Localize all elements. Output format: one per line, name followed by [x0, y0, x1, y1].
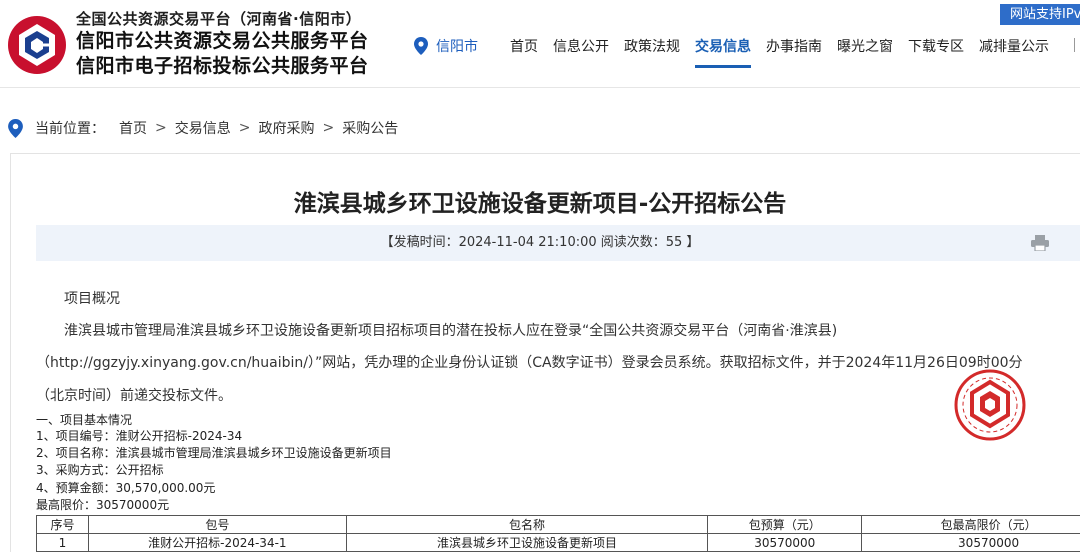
breadcrumb-separator: > — [155, 120, 167, 136]
overview-paragraph-line3: （北京时间）前递交投标文件。 — [36, 388, 232, 404]
table-cell: 30570000 — [861, 533, 1080, 552]
overview-paragraph-line2: （http://ggzyjy.xinyang.gov.cn/huaibin/）”… — [36, 355, 1023, 371]
platform-name: 全国公共资源交易平台（河南省·信阳市） — [76, 10, 362, 28]
project-name: 2、项目名称：淮滨县城市管理局淮滨县城乡环卫设施设备更新项目 — [36, 446, 392, 460]
table-header-row: 序号 包号 包名称 包预算（元） 包最高限价（元） — [36, 515, 1080, 534]
nav-info-disclosure[interactable]: 信息公开 — [553, 36, 609, 72]
column-header: 包最高限价（元） — [861, 515, 1080, 534]
main-nav: 首页 信息公开 政策法规 交易信息 办事指南 曝光之窗 下载专区 减排量公示 — [510, 36, 1064, 72]
procurement-method: 3、采购方式：公开招标 — [36, 463, 164, 477]
ipv6-badge: 网站支持IPv6 — [1000, 4, 1080, 25]
budget-amount: 4、预算金额：30,570,000.00元 — [36, 481, 216, 495]
site-logo[interactable] — [6, 14, 68, 76]
article-title: 淮滨县城乡环卫设施设备更新项目-公开招标公告 — [293, 191, 787, 217]
breadcrumb-procurement-notice[interactable]: 采购公告 — [342, 118, 398, 138]
breadcrumb-separator: > — [322, 120, 335, 136]
table-cell: 30570000 — [707, 533, 863, 552]
column-header: 序号 — [36, 515, 89, 534]
site-header: 全国公共资源交易平台（河南省·信阳市） 信阳市公共资源交易公共服务平台 信阳市电… — [0, 0, 1080, 88]
overview-paragraph-line1: 淮滨县城市管理局淮滨县城乡环卫设施设备更新项目招标项目的潜在投标人应在登录“全国… — [64, 323, 838, 339]
section-basic-info: 一、项目基本情况 — [36, 413, 133, 427]
table-cell: 1 — [36, 533, 89, 552]
nav-emission-notice[interactable]: 减排量公示 — [979, 36, 1049, 72]
breadcrumb-label: 当前位置： — [35, 121, 105, 137]
site-title-bidding: 信阳市电子招标投标公共服务平台 — [76, 55, 369, 77]
overview-heading: 项目概况 — [64, 291, 120, 307]
table-row: 1 淮财公开招标-2024-34-1 淮滨县城乡环卫设施设备更新项目 30570… — [36, 533, 1080, 552]
nav-divider — [1074, 38, 1075, 52]
project-number: 1、项目编号：淮财公开招标-2024-34 — [36, 429, 243, 443]
column-header: 包号 — [87, 515, 347, 534]
official-seal-icon — [954, 369, 1026, 441]
column-header: 包名称 — [345, 515, 709, 534]
nav-downloads[interactable]: 下载专区 — [908, 36, 964, 72]
nav-exposure[interactable]: 曝光之窗 — [837, 36, 893, 72]
breadcrumb: 当前位置： 首页 > 交易信息 > 政府采购 > 采购公告 — [8, 118, 398, 138]
breadcrumb-home[interactable]: 首页 — [119, 118, 147, 138]
location-pin-icon — [8, 118, 23, 138]
table-cell: 淮财公开招标-2024-34-1 — [87, 533, 347, 552]
city-label: 信阳市 — [436, 39, 478, 55]
column-header: 包预算（元） — [707, 515, 863, 534]
site-title-service: 信阳市公共资源交易公共服务平台 — [76, 30, 369, 52]
breadcrumb-separator: > — [238, 120, 251, 136]
nav-policy[interactable]: 政策法规 — [624, 36, 680, 72]
nav-home[interactable]: 首页 — [510, 36, 538, 72]
breadcrumb-trade-info[interactable]: 交易信息 — [175, 118, 231, 138]
nav-guide[interactable]: 办事指南 — [766, 36, 822, 72]
article-meta: 【发稿时间：2024-11-04 21:10:00 阅读次数：55 】 — [36, 225, 1080, 261]
package-table: 序号 包号 包名称 包预算（元） 包最高限价（元） 1 淮财公开招标-2024-… — [36, 515, 1080, 552]
table-cell: 淮滨县城乡环卫设施设备更新项目 — [345, 533, 709, 552]
max-price: 最高限价：30570000元 — [36, 498, 170, 512]
nav-trade-info[interactable]: 交易信息 — [695, 36, 751, 72]
site-brand: 全国公共资源交易平台（河南省·信阳市） 信阳市公共资源交易公共服务平台 信阳市电… — [76, 9, 369, 79]
printer-icon[interactable] — [1031, 235, 1049, 251]
city-selector[interactable]: 信阳市 — [414, 36, 478, 56]
breadcrumb-gov-procurement[interactable]: 政府采购 — [258, 118, 314, 138]
location-pin-icon — [414, 37, 428, 55]
